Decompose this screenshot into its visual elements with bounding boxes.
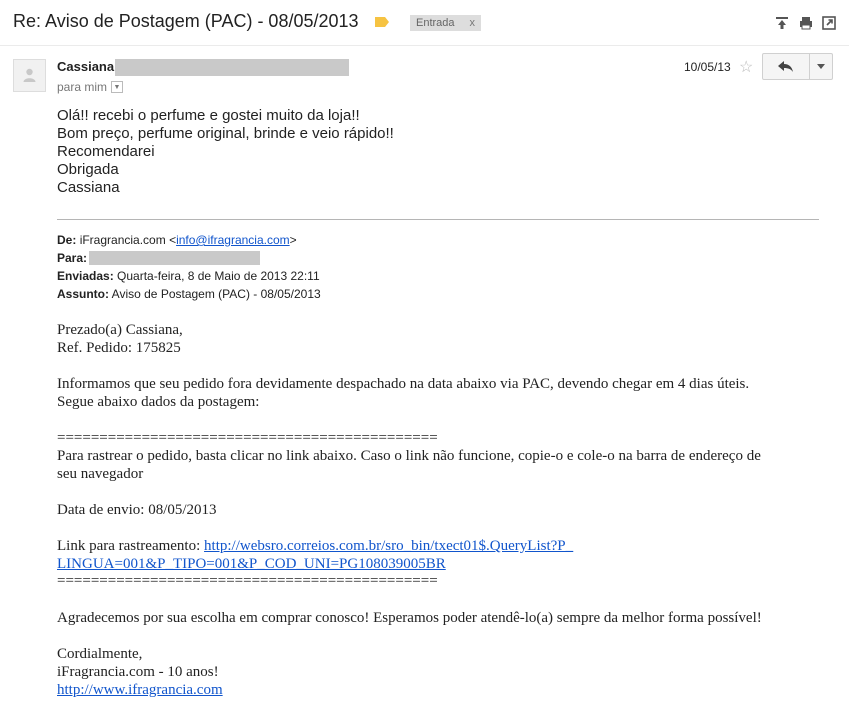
quoted-to: Para: [57, 249, 87, 267]
person-icon [23, 68, 36, 82]
tracking-link-row2: LINGUA=001&P_TIPO=001&P_COD_UNI=PG108039… [57, 555, 446, 573]
tracking-link[interactable]: http://websro.correios.com.br/sro_bin/tx… [204, 538, 573, 554]
header-divider [0, 45, 849, 46]
email-subject: Re: Aviso de Postagem (PAC) - 08/05/2013 [13, 11, 359, 31]
separator-line: ========================================… [57, 573, 438, 589]
star-icon[interactable]: ☆ [739, 57, 753, 77]
subject-value: Aviso de Postagem (PAC) - 08/05/2013 [111, 287, 321, 301]
subject-label: Assunto: [57, 287, 109, 301]
sender-avatar [13, 59, 46, 92]
tracking-instructions-line2: seu navegador [57, 466, 144, 482]
closing: Cordialmente, [57, 646, 143, 662]
to-label: Para: [57, 251, 88, 265]
body-line: Obrigada [57, 161, 119, 178]
recipient-text: para mim [57, 80, 108, 94]
tracking-link-row: Link para rastreamento: http://websro.co… [57, 537, 573, 555]
separator-line: ========================================… [57, 430, 438, 446]
shipping-paragraph-line1: Informamos que seu pedido fora devidamen… [57, 376, 750, 392]
order-ref: Ref. Pedido: 175825 [57, 340, 181, 356]
body-line: Bom preço, perfume original, brinde e ve… [57, 125, 394, 142]
quote-divider [57, 219, 819, 220]
print-icon[interactable] [799, 16, 813, 30]
sent-value: Quarta-feira, 8 de Maio de 2013 22:11 [117, 269, 320, 283]
thanks-text: Agradecemos por sua escolha em comprar c… [57, 610, 762, 626]
redacted-recipient [89, 251, 260, 265]
ship-date: Data de envio: 08/05/2013 [57, 502, 217, 518]
quoted-subject: Assunto: Aviso de Postagem (PAC) - 08/05… [57, 285, 321, 303]
archive-icon[interactable] [775, 16, 789, 30]
body-line: Olá!! recebi o perfume e gostei muito da… [57, 107, 360, 124]
reply-icon [778, 60, 793, 72]
signature: iFragrancia.com - 10 anos! [57, 664, 219, 680]
redacted-sender-email [115, 59, 349, 76]
label-remove-button[interactable]: x [470, 17, 476, 29]
new-window-icon[interactable] [822, 16, 836, 30]
from-close: > [289, 233, 297, 247]
message-body: Olá!! recebi o perfume e gostei muito da… [57, 107, 394, 197]
sender-name: Cassiana [57, 59, 115, 74]
sent-label: Enviadas: [57, 269, 114, 283]
body-line: Recomendarei [57, 143, 155, 160]
label-chip-text: Entrada [416, 17, 455, 29]
tracking-instructions-line1: Para rastrear o pedido, basta clicar no … [57, 448, 761, 464]
label-tag-icon[interactable] [375, 17, 389, 27]
chevron-down-icon [817, 64, 825, 69]
quoted-sent: Enviadas: Quarta-feira, 8 de Maio de 201… [57, 267, 320, 285]
shipping-paragraph-line2: Segue abaixo dados da postagem: [57, 394, 260, 410]
recipient-line: para mim ▼ [57, 80, 124, 94]
greeting: Prezado(a) Cassiana, [57, 322, 183, 338]
more-options-button[interactable] [809, 53, 833, 80]
body-line: Cassiana [57, 179, 120, 196]
reply-button[interactable] [762, 53, 810, 80]
website-link[interactable]: http://www.ifragrancia.com [57, 682, 223, 698]
from-email-link[interactable]: info@ifragrancia.com [176, 233, 290, 247]
tracking-link-continued[interactable]: LINGUA=001&P_TIPO=001&P_COD_UNI=PG108039… [57, 556, 446, 572]
quoted-from: De: iFragrancia.com <info@ifragrancia.co… [57, 231, 297, 249]
label-chip-inbox[interactable]: Entrada x [410, 15, 481, 31]
website-row: http://www.ifragrancia.com [57, 681, 223, 699]
from-name: iFragrancia.com [79, 233, 166, 247]
details-dropdown-button[interactable]: ▼ [111, 81, 124, 93]
message-date: 10/05/13 [684, 60, 731, 74]
tracking-link-label: Link para rastreamento: [57, 538, 205, 554]
from-label: De: [57, 233, 77, 247]
